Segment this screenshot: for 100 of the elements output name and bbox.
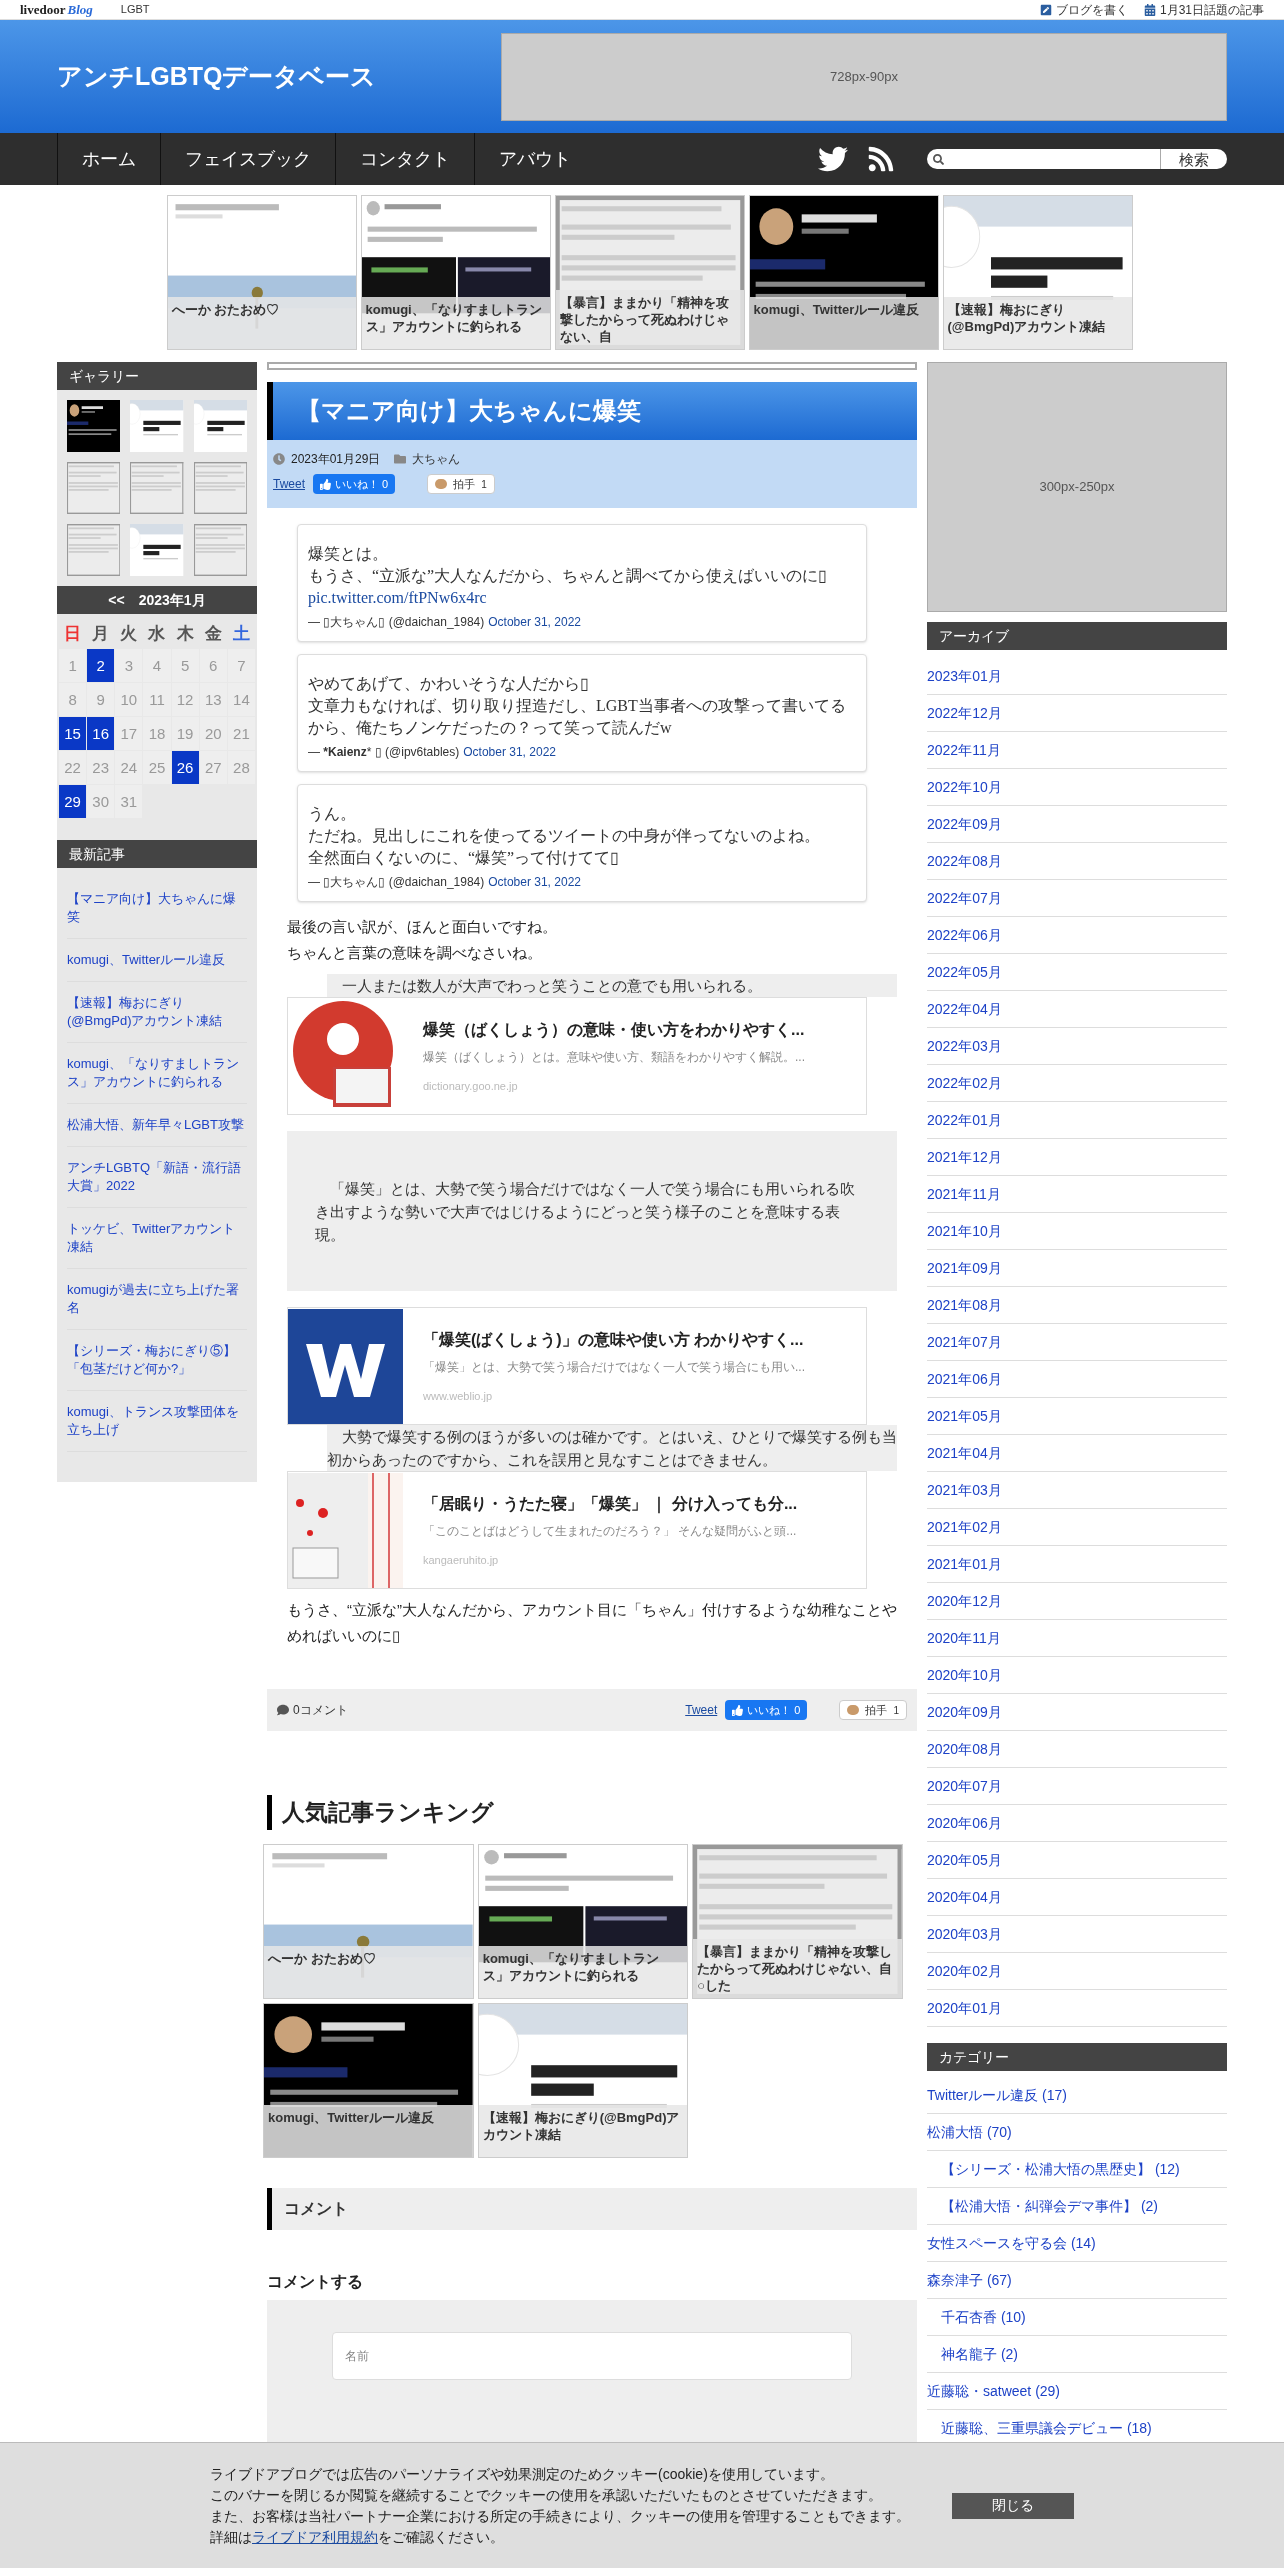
calendar-day[interactable]: 29	[59, 785, 87, 818]
archive-link[interactable]: 2021年05月	[927, 1398, 1227, 1435]
archive-link[interactable]: 2022年11月	[927, 732, 1227, 769]
blog-title[interactable]: アンチLGBTQデータベース	[57, 57, 377, 96]
category-link[interactable]: 森奈津子 (67)	[927, 2271, 1012, 2289]
category-link[interactable]: 神名龍子 (2)	[941, 2345, 1018, 2363]
article-thumbnail[interactable]: komugi、「なりすましトランス」アカウントに釣られる	[360, 195, 551, 350]
terms-link[interactable]: ライブドア利用規約	[252, 2528, 378, 2545]
category-link[interactable]: 大ちゃん	[412, 450, 461, 468]
nav-link[interactable]: コンタクト	[335, 133, 474, 185]
archive-link[interactable]: 2022年02月	[927, 1065, 1227, 1102]
recent-article-link[interactable]: トッケビ、Twitterアカウント凍結	[67, 1208, 247, 1269]
archive-link[interactable]: 2020年01月	[927, 1990, 1227, 2027]
like-button[interactable]: いいね！ 0	[313, 474, 396, 494]
archive-link[interactable]: 2022年06月	[927, 917, 1227, 954]
recent-article-link[interactable]: アンチLGBTQ「新語・流行語大賞」2022	[67, 1147, 247, 1208]
tweet-link[interactable]: Tweet	[685, 1701, 718, 1719]
archive-link[interactable]: 2022年10月	[927, 769, 1227, 806]
archive-link[interactable]: 2022年09月	[927, 806, 1227, 843]
nav-link[interactable]: フェイスブック	[160, 133, 335, 185]
archive-link[interactable]: 2020年06月	[927, 1805, 1227, 1842]
archive-link[interactable]: 2022年01月	[927, 1102, 1227, 1139]
category-link[interactable]: 【松浦大悟・糾弾会デマ事件】 (2)	[941, 2197, 1158, 2215]
recent-article-link[interactable]: 【速報】梅おにぎり(@BmgPd)アカウント凍結	[67, 982, 247, 1043]
calendar-day[interactable]: 15	[59, 717, 87, 750]
calendar-day[interactable]: 26	[171, 751, 199, 784]
archive-link[interactable]: 2020年03月	[927, 1916, 1227, 1953]
article-thumbnail[interactable]: へーか おたおめ♡	[166, 195, 357, 350]
article-thumbnail[interactable]: komugi、「なりすましトランス」アカウントに釣られる	[477, 1843, 689, 1999]
archive-link[interactable]: 2021年08月	[927, 1287, 1227, 1324]
archive-link[interactable]: 2021年02月	[927, 1509, 1227, 1546]
link-card[interactable]: 「居眠り・うたた寝」「爆笑」 ｜ 分け入っても分... 「このことばはどうして生まれたのだろう？」 そんな疑問がふと頭... kangaeruhito.jp	[287, 1471, 867, 1589]
archive-link[interactable]: 2020年10月	[927, 1657, 1227, 1694]
article-thumbnail[interactable]: 【速報】梅おにぎり(@BmgPd)アカウント凍結	[477, 2002, 689, 2158]
nav-link[interactable]: アバウト	[474, 133, 595, 185]
archive-link[interactable]: 2021年12月	[927, 1139, 1227, 1176]
archive-link[interactable]: 2020年07月	[927, 1768, 1227, 1805]
tweet-link[interactable]: Tweet	[273, 475, 305, 493]
category-link[interactable]: 松浦大悟 (70)	[927, 2123, 1012, 2141]
archive-link[interactable]: 2020年04月	[927, 1879, 1227, 1916]
article-thumbnail[interactable]: へーか おたおめ♡	[263, 1843, 474, 1999]
archive-link[interactable]: 2021年06月	[927, 1361, 1227, 1398]
rss-icon[interactable]	[867, 145, 895, 173]
archive-link[interactable]: 2020年08月	[927, 1731, 1227, 1768]
archive-link[interactable]: 2021年03月	[927, 1472, 1227, 1509]
article-thumbnail[interactable]: komugi、Twitterルール違反	[748, 195, 939, 350]
archive-link[interactable]: 2021年01月	[927, 1546, 1227, 1583]
link-card[interactable]: 「爆笑(ばくしょう)」の意味や使い方 わかりやすく... 「爆笑」とは、大勢で笑う場合だけではなく一人で笑う場合にも用い... www.weblio.jp	[287, 1307, 867, 1425]
archive-link[interactable]: 2021年11月	[927, 1176, 1227, 1213]
archive-link[interactable]: 2020年02月	[927, 1953, 1227, 1990]
link-card[interactable]: 爆笑（ばくしょう）の意味・使い方をわかりやすく... 爆笑（ばくしょう）とは。意味や使い方、類語をわかりやすく解説。... dictionary.goo.ne.jp	[287, 997, 867, 1115]
close-button[interactable]: 閉じる	[952, 2492, 1074, 2519]
recent-article-link[interactable]: 【マニア向け】大ちゃんに爆笑	[67, 878, 247, 939]
search-button[interactable]: 検索	[1160, 149, 1227, 169]
recent-article-link[interactable]: komugiが過去に立ち上げた署名	[67, 1269, 247, 1330]
recent-article-link[interactable]: komugi、「なりすましトランス」アカウントに釣られる	[67, 1043, 247, 1104]
search-field[interactable]: 検索	[927, 149, 1227, 169]
recent-article-link[interactable]: 松浦大悟、新年早々LGBT攻撃	[67, 1104, 247, 1147]
archive-link[interactable]: 2020年05月	[927, 1842, 1227, 1879]
like-button[interactable]: いいね！ 0	[725, 1700, 808, 1720]
nav-link[interactable]: ホーム	[57, 133, 160, 185]
article-thumbnail[interactable]: 【暴言】ままかり「精神を攻撃したからって死ぬわけじゃない、自○した	[692, 1843, 903, 1999]
archive-link[interactable]: 2022年12月	[927, 695, 1227, 732]
archive-link[interactable]: 2020年09月	[927, 1694, 1227, 1731]
clap-button[interactable]: 拍手 1	[839, 1700, 907, 1720]
category-link[interactable]: 千石杏香 (10)	[941, 2308, 1026, 2326]
category-link[interactable]: LGBT	[120, 1, 150, 18]
clap-button[interactable]: 拍手 1	[427, 474, 495, 494]
archive-link[interactable]: 2022年05月	[927, 954, 1227, 991]
tweet-link[interactable]: pic.twitter.com/ftPNw6x4rc	[308, 587, 856, 609]
category-link[interactable]: Twitterルール違反 (17)	[927, 2086, 1067, 2104]
archive-link[interactable]: 2020年11月	[927, 1620, 1227, 1657]
article-thumbnail[interactable]: 【速報】梅おにぎり(@BmgPd)アカウント凍結	[942, 195, 1133, 350]
tweet-date-link[interactable]: October 31, 2022	[463, 743, 556, 761]
archive-link[interactable]: 2022年07月	[927, 880, 1227, 917]
previous-month-link[interactable]: <<	[108, 589, 125, 611]
recent-article-link[interactable]: komugi、Twitterルール違反	[67, 939, 247, 982]
category-link[interactable]: 近藤聡・satweet (29)	[927, 2382, 1061, 2400]
name-field[interactable]: 名前	[332, 2331, 852, 2380]
tweet-date-link[interactable]: October 31, 2022	[488, 613, 581, 631]
archive-link[interactable]: 2022年08月	[927, 843, 1227, 880]
calendar-day[interactable]: 2	[87, 649, 115, 682]
archive-link[interactable]: 2021年09月	[927, 1250, 1227, 1287]
category-link[interactable]: 【シリーズ・松浦大悟の黒歴史】 (12)	[941, 2160, 1180, 2178]
topbar-link[interactable]: 1月31日話題の記事	[1143, 0, 1264, 19]
topbar-link[interactable]: ブログを書く	[1039, 0, 1128, 19]
recent-article-link[interactable]: 【シリーズ・梅おにぎり⑤】「包茎だけど何か?」	[67, 1330, 247, 1391]
archive-link[interactable]: 2021年10月	[927, 1213, 1227, 1250]
category-link[interactable]: 近藤聡、三重県議会デビュー (18)	[941, 2419, 1152, 2437]
archive-link[interactable]: 2020年12月	[927, 1583, 1227, 1620]
comment-count-link[interactable]: 0コメント	[293, 1701, 348, 1719]
tweet-date-link[interactable]: October 31, 2022	[488, 873, 581, 891]
archive-link[interactable]: 2022年03月	[927, 1028, 1227, 1065]
archive-link[interactable]: 2021年07月	[927, 1324, 1227, 1361]
site-logo[interactable]: livedoorBlog	[20, 0, 93, 20]
archive-link[interactable]: 2022年04月	[927, 991, 1227, 1028]
calendar-day[interactable]: 16	[87, 717, 115, 750]
article-thumbnail[interactable]: 【暴言】ままかり「精神を攻撃したからって死ぬわけじゃない、自	[554, 195, 745, 350]
archive-link[interactable]: 2021年04月	[927, 1435, 1227, 1472]
category-link[interactable]: 女性スペースを守る会 (14)	[927, 2234, 1096, 2252]
